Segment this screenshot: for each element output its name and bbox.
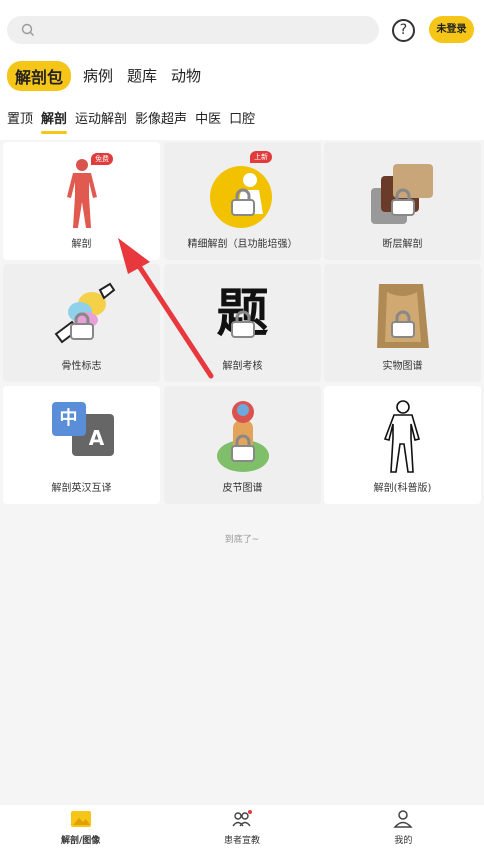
annotation-arrow (118, 238, 214, 379)
nav-label: 我的 (394, 836, 413, 846)
end-of-list-text: 到底了~ (224, 535, 260, 545)
nav-anatomy-imaging[interactable]: 解剖/图像 (0, 805, 161, 850)
user-icon (393, 810, 413, 828)
patients-icon (232, 810, 252, 827)
bottom-nav: 解剖/图像 患者宣教 我的 (0, 805, 484, 850)
nav-mine[interactable]: 我的 (323, 805, 484, 850)
nav-label: 解剖/图像 (61, 836, 101, 846)
image-gallery-icon (70, 811, 91, 827)
nav-patient-education[interactable]: 患者宣教 (161, 805, 322, 850)
nav-label: 患者宣教 (223, 836, 260, 846)
